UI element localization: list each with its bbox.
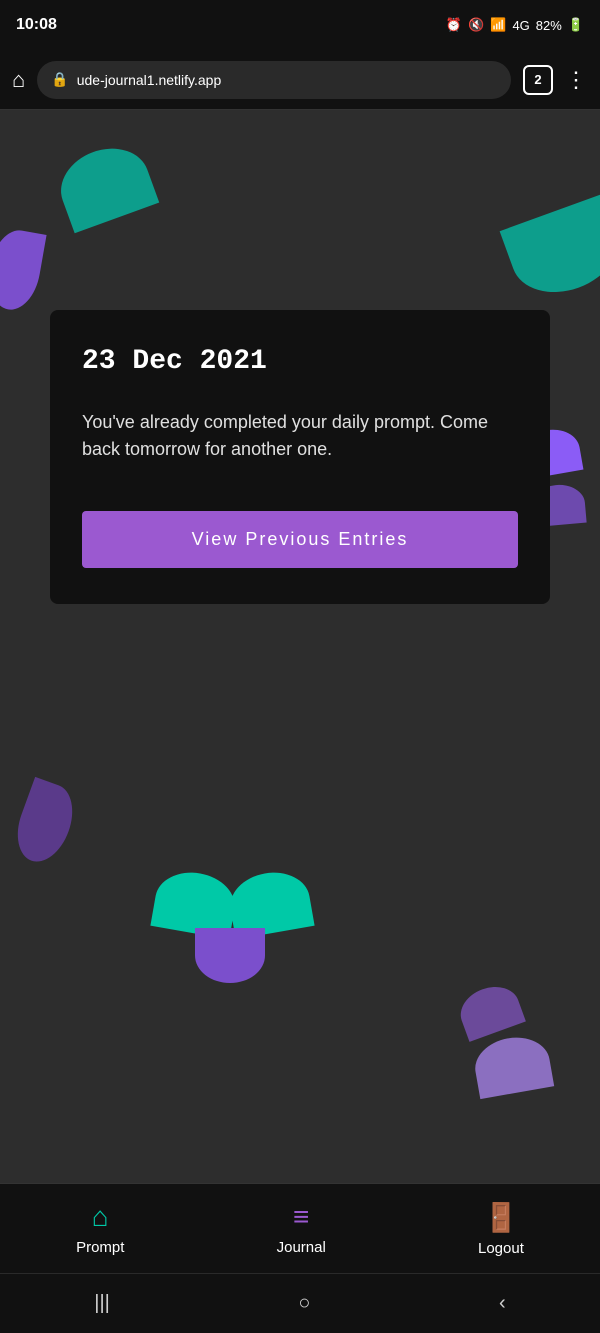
leaf-decoration-purple-left (0, 226, 47, 313)
android-recent-button[interactable]: ||| (94, 1292, 110, 1315)
status-icons: ⏰ 🔇 📶 4G 82% 🔋 (446, 17, 584, 33)
signal-icon: 4G (512, 18, 529, 33)
nav-item-prompt[interactable]: ⌂ Prompt (76, 1201, 124, 1256)
android-back-button[interactable]: ‹ (499, 1292, 506, 1315)
url-text: ude-journal1.netlify.app (77, 72, 222, 88)
wifi-icon: 📶 (490, 17, 506, 33)
nav-label-logout: Logout (478, 1240, 524, 1257)
android-home-button[interactable]: ○ (298, 1292, 310, 1315)
browser-home-button[interactable]: ⌂ (12, 67, 25, 93)
status-time: 10:08 (16, 16, 57, 34)
android-nav-bar: ||| ○ ‹ (0, 1273, 600, 1333)
status-bar: 10:08 ⏰ 🔇 📶 4G 82% 🔋 (0, 0, 600, 50)
main-card: 23 Dec 2021 You've already completed you… (50, 310, 550, 604)
tab-count-label: 2 (534, 72, 541, 87)
browser-bar: ⌂ 🔒 ude-journal1.netlify.app 2 ⋮ (0, 50, 600, 110)
prompt-home-icon: ⌂ (92, 1201, 109, 1233)
leaf-decoration-teal-top-left (51, 137, 160, 234)
battery-label: 82% (536, 18, 562, 33)
battery-icon: 🔋 (568, 17, 584, 33)
alarm-icon: ⏰ (446, 17, 462, 33)
nav-label-prompt: Prompt (76, 1239, 124, 1256)
card-message: You've already completed your daily prom… (82, 409, 518, 463)
leaf-decoration-purple-bottom-right-1 (454, 979, 526, 1042)
leaf-decoration-purple-left-bottom (8, 777, 82, 869)
nav-label-journal: Journal (277, 1239, 326, 1256)
bottom-nav: ⌂ Prompt ≡ Journal 🚪 Logout (0, 1183, 600, 1273)
card-date: 23 Dec 2021 (82, 346, 518, 377)
journal-icon: ≡ (293, 1201, 309, 1233)
url-bar[interactable]: 🔒 ude-journal1.netlify.app (37, 61, 511, 99)
view-previous-entries-button[interactable]: View Previous Entries (82, 511, 518, 568)
leaf-decoration-purple-bottom-center (195, 928, 265, 983)
nav-item-logout[interactable]: 🚪 Logout (478, 1201, 524, 1257)
leaf-decoration-purple-bottom-right-2 (471, 1032, 554, 1099)
lock-icon: 🔒 (51, 71, 68, 88)
leaf-decoration-teal-top-right (500, 194, 600, 307)
tab-count-button[interactable]: 2 (523, 65, 553, 95)
main-content: 23 Dec 2021 You've already completed you… (0, 110, 600, 1183)
nav-item-journal[interactable]: ≡ Journal (277, 1201, 326, 1256)
browser-menu-button[interactable]: ⋮ (565, 67, 588, 93)
mute-icon: 🔇 (468, 17, 484, 33)
logout-icon: 🚪 (483, 1201, 518, 1234)
